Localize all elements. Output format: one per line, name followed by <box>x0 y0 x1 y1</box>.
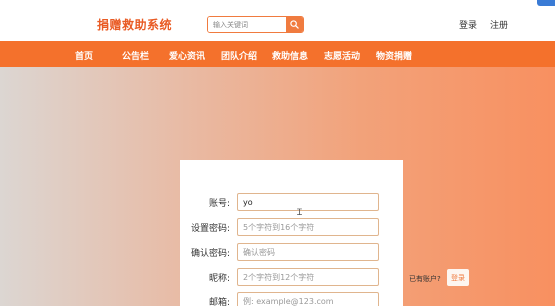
account-row: 账号: <box>180 193 403 211</box>
search-input[interactable] <box>208 17 286 32</box>
nav-item-volunteer[interactable]: 志愿活动 <box>324 49 360 62</box>
corner-badge <box>537 0 555 6</box>
nav-item-donation[interactable]: 物资捐赠 <box>376 49 412 62</box>
email-row: 邮箱: <box>180 292 403 306</box>
account-input[interactable] <box>237 193 379 211</box>
search-icon <box>290 20 299 29</box>
password-row: 设置密码: <box>180 218 403 236</box>
password-label: 设置密码: <box>190 224 230 234</box>
header-login-link[interactable]: 登录 <box>459 18 477 31</box>
confirm-password-label: 确认密码: <box>190 249 230 259</box>
search-button[interactable] <box>286 17 303 32</box>
header: 捐赠救助系统 登录 注册 <box>0 0 555 41</box>
search-box <box>207 16 304 33</box>
side-login-button[interactable]: 登录 <box>447 269 469 286</box>
account-label: 账号: <box>208 199 230 209</box>
nickname-row: 昵称: <box>180 268 403 286</box>
nav-item-team[interactable]: 团队介绍 <box>221 49 257 62</box>
nav-item-charity-news[interactable]: 爱心资讯 <box>169 49 205 62</box>
site-title: 捐赠救助系统 <box>97 18 173 32</box>
nickname-label: 昵称: <box>208 274 230 284</box>
nav-item-home[interactable]: 首页 <box>75 49 93 62</box>
nav-item-announcements[interactable]: 公告栏 <box>122 49 149 62</box>
header-register-link[interactable]: 注册 <box>490 18 508 31</box>
confirm-password-input[interactable] <box>237 243 379 261</box>
has-account-text: 已有账户? <box>409 275 441 283</box>
email-label: 邮箱: <box>208 298 230 306</box>
nav-item-relief-info[interactable]: 救助信息 <box>272 49 308 62</box>
nickname-input[interactable] <box>237 268 379 286</box>
register-form: 账号: Ɪ 设置密码: 确认密码: 昵称: 邮箱: <box>180 160 403 306</box>
confirm-password-row: 确认密码: <box>180 243 403 261</box>
text-cursor-icon: Ɪ <box>297 208 303 218</box>
password-input[interactable] <box>237 218 379 236</box>
email-input[interactable] <box>237 292 379 306</box>
main-nav: 首页 公告栏 爱心资讯 团队介绍 救助信息 志愿活动 物资捐赠 <box>0 41 555 67</box>
